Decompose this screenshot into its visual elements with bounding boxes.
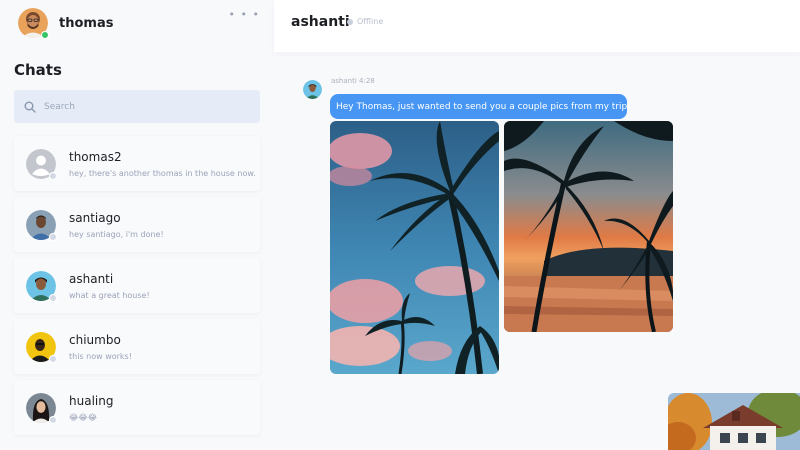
chat-item-ashanti[interactable]: ashanti what a great house! [14,258,260,313]
chat-name: hualing [69,393,114,408]
conversation-title: ashanti [291,14,350,30]
offline-status-icon [49,293,57,302]
search-box[interactable] [14,90,260,123]
more-options-icon[interactable]: • • • [229,8,260,21]
chat-preview: 😂😂😂 [69,412,98,422]
hualing-avatar [26,392,57,424]
chat-preview: hey, there's another thomas in the house… [69,168,256,178]
message-sender-avatar [303,80,322,99]
chat-item-thomas2[interactable]: thomas2 hey, there's another thomas in t… [14,136,260,191]
message-bubble: Hey Thomas, just wanted to send you a co… [330,94,631,119]
status-label: Offline [357,17,384,26]
search-input[interactable] [44,101,244,112]
ashanti-avatar [26,270,57,302]
current-user-profile[interactable]: thomas [18,8,258,39]
chat-name: santiago [69,210,121,225]
offline-status-icon [49,354,57,363]
conversation-status: Offline [347,17,383,26]
chat-name: thomas2 [69,149,122,164]
chat-item-hualing[interactable]: hualing 😂😂😂 [14,380,260,435]
chat-preview: what a great house! [69,290,150,300]
chat-preview: hey santiago, i'm done! [69,229,164,239]
search-icon [24,101,36,113]
santiago-avatar [26,209,57,241]
current-user-name: thomas [59,15,114,31]
chat-item-chiumbo[interactable]: chiumbo this now works! [14,319,260,374]
attachment-photo-palm-sunset[interactable] [504,121,673,332]
offline-status-icon [49,171,57,180]
attachment-photo-palm-sky[interactable] [330,121,499,374]
message-meta: ashanti 4:28 [331,77,375,85]
default-avatar-icon [26,148,57,180]
conversation-header: ashanti Offline [274,0,800,52]
offline-status-icon [49,415,57,424]
online-status-icon [41,31,49,39]
offline-status-icon [347,18,353,25]
house-photo-thumbnail[interactable] [668,393,800,450]
chat-item-santiago[interactable]: santiago hey santiago, i'm done! [14,197,260,252]
chiumbo-avatar [26,331,57,363]
chat-name: ashanti [69,271,114,286]
current-user-avatar[interactable] [18,8,49,39]
offline-status-icon [49,232,57,241]
chat-name: chiumbo [69,332,121,347]
chat-preview: this now works! [69,351,132,361]
chats-heading: Chats [14,61,62,79]
chat-sidebar: thomas • • • Chats thomas2 hey, there's … [0,0,274,450]
